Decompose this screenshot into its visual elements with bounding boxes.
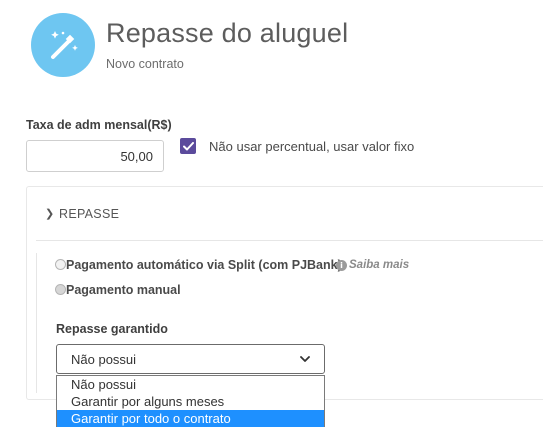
guarantee-option[interactable]: Garantir por alguns meses — [57, 393, 324, 410]
content-indent-line — [36, 253, 37, 393]
admin-fee-input[interactable] — [26, 140, 164, 172]
magic-wand-badge — [31, 13, 95, 77]
guarantee-dropdown-list: Não possui Garantir por alguns meses Gar… — [56, 375, 325, 427]
radio-manual-payment[interactable] — [55, 284, 66, 295]
repasse-section-toggle[interactable]: REPASSE — [59, 207, 119, 221]
guarantee-select-value: Não possui — [71, 351, 137, 367]
guarantee-option[interactable]: Garantir por todo o contrato — [57, 410, 324, 427]
checkmark-icon — [182, 141, 194, 150]
split-payment-label[interactable]: Pagamento automático via Split (com PJBa… — [66, 258, 342, 272]
radio-split-payment[interactable] — [55, 259, 66, 270]
guarantee-label: Repasse garantido — [56, 322, 168, 336]
page-subtitle: Novo contrato — [106, 57, 184, 71]
manual-payment-label[interactable]: Pagamento manual — [66, 283, 181, 297]
magic-wand-icon — [51, 31, 78, 59]
fixed-value-label[interactable]: Não usar percentual, usar valor fixo — [209, 139, 414, 154]
page-title: Repasse do aluguel — [106, 18, 349, 48]
chevron-right-icon[interactable]: ❯ — [45, 207, 54, 220]
guarantee-option[interactable]: Não possui — [57, 376, 324, 393]
guarantee-select[interactable]: Não possui — [56, 344, 325, 374]
fixed-value-checkbox[interactable] — [180, 138, 196, 154]
chevron-down-icon — [300, 355, 310, 362]
saiba-mais-link[interactable]: Saiba mais — [349, 259, 409, 271]
admin-fee-label: Taxa de adm mensal(R$) — [26, 118, 172, 132]
info-icon[interactable]: i — [336, 260, 347, 271]
section-divider — [36, 240, 543, 241]
